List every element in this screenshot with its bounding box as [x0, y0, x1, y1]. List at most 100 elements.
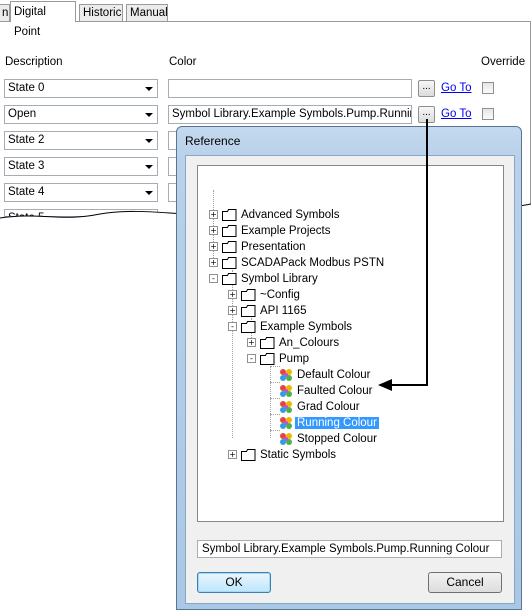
browse-button-0[interactable]: ...: [418, 80, 435, 97]
expand-icon[interactable]: +: [247, 338, 256, 347]
folder-icon: [241, 305, 256, 317]
collapse-icon[interactable]: -: [228, 322, 237, 331]
tree-item-label: Example Projects: [241, 225, 331, 237]
tree-item-presentation[interactable]: Presentation: [239, 239, 308, 255]
tree-item-label: Example Symbols: [260, 321, 353, 333]
folder-icon: [222, 257, 237, 269]
expand-icon[interactable]: +: [209, 258, 218, 267]
tree-item-symbol-library[interactable]: Symbol Library: [239, 271, 320, 287]
tab-digital-point-label: Digital Point: [14, 6, 46, 38]
tab-partial-label: n: [2, 7, 9, 19]
state-select-4-value: State 4: [8, 186, 45, 198]
reference-tree[interactable]: + Advanced Symbols + Example Projects + …: [197, 165, 504, 522]
state-select-2[interactable]: State 2: [4, 131, 158, 150]
tree-item-stopped-colour[interactable]: Stopped Colour: [295, 431, 379, 447]
tree-item-faulted-colour[interactable]: Faulted Colour: [295, 383, 374, 399]
tree-item-label: Stopped Colour: [297, 433, 377, 445]
state-select-0[interactable]: State 0: [4, 79, 158, 98]
tree-item-config[interactable]: ~Config: [258, 287, 302, 303]
chevron-down-icon: [145, 191, 153, 195]
override-checkbox-1[interactable]: [482, 108, 494, 120]
chevron-down-icon: [145, 165, 153, 169]
tree-item-label: ~Config: [260, 289, 300, 301]
expand-icon[interactable]: +: [209, 242, 218, 251]
chevron-down-icon: [145, 139, 153, 143]
description-header: Description: [5, 56, 63, 68]
tree-item-pump[interactable]: Pump: [277, 351, 311, 367]
color-symbol-icon: [280, 433, 292, 445]
tree-item-label: Grad Colour: [297, 401, 360, 413]
chevron-down-icon: [145, 113, 153, 117]
tree-item-label: Default Colour: [297, 369, 371, 381]
expand-icon[interactable]: +: [209, 210, 218, 219]
override-header: Override: [481, 56, 526, 68]
tree-line: [270, 414, 280, 415]
color-header: Color: [169, 56, 197, 68]
folder-icon: [222, 241, 237, 253]
color-symbol-icon: [280, 401, 292, 413]
collapse-icon[interactable]: -: [209, 274, 218, 283]
expand-icon[interactable]: +: [228, 450, 237, 459]
state-select-0-value: State 0: [8, 82, 45, 94]
folder-icon: [241, 449, 256, 461]
tab-manual[interactable]: Manual: [126, 4, 168, 21]
color-field-1[interactable]: Symbol Library.Example Symbols.Pump.Runn…: [168, 105, 412, 124]
tab-digital-point[interactable]: Digital Point: [10, 1, 76, 38]
reference-dialog: Reference + Advanced Symbols + Example P…: [176, 126, 522, 610]
cancel-button[interactable]: Cancel: [428, 572, 502, 593]
tab-divider: [0, 21, 531, 22]
collapse-icon[interactable]: -: [247, 354, 256, 363]
expand-icon[interactable]: +: [228, 290, 237, 299]
tree-item-label: API 1165: [260, 305, 307, 317]
reference-path-field[interactable]: Symbol Library.Example Symbols.Pump.Runn…: [197, 540, 502, 558]
tree-item-an-colours[interactable]: An_Colours: [277, 335, 341, 351]
state-select-1-value: Open: [8, 108, 37, 120]
chevron-down-icon: [145, 87, 153, 91]
tree-item-label: Advanced Symbols: [241, 209, 340, 221]
override-checkbox-0[interactable]: [482, 82, 494, 94]
color-symbol-icon: [280, 417, 292, 429]
folder-icon: [222, 225, 237, 237]
folder-icon: [241, 289, 256, 301]
tree-item-label: An_Colours: [279, 337, 340, 349]
ok-button[interactable]: OK: [197, 572, 271, 593]
tree-item-scadapack-modbus-pstn[interactable]: SCADAPack Modbus PSTN: [239, 255, 386, 271]
tree-item-label: Faulted Colour: [297, 385, 373, 397]
tree-item-label: Running Colour: [295, 417, 379, 429]
state-select-3[interactable]: State 3: [4, 157, 158, 176]
expand-icon[interactable]: +: [209, 226, 218, 235]
color-symbol-icon: [280, 369, 292, 381]
tree-item-grad-colour[interactable]: Grad Colour: [295, 399, 362, 415]
tab-historic[interactable]: Historic: [79, 4, 123, 21]
tree-item-running-colour[interactable]: Running Colour: [295, 415, 379, 431]
tree-item-api-1165[interactable]: API 1165: [258, 303, 308, 319]
goto-link-0[interactable]: Go To: [441, 82, 471, 94]
folder-icon: [222, 273, 237, 285]
dialog-title: Reference: [185, 134, 241, 148]
tree-item-label: Pump: [279, 353, 310, 365]
tree-item-label: Presentation: [241, 241, 306, 253]
color-symbol-icon: [280, 385, 292, 397]
color-field-0[interactable]: [168, 79, 412, 98]
state-select-3-value: State 3: [8, 160, 45, 172]
tree-line: [270, 430, 280, 431]
expand-icon[interactable]: +: [228, 306, 237, 315]
tab-historic-label: Historic: [83, 7, 122, 19]
folder-icon: [241, 321, 256, 333]
tab-partial[interactable]: n: [0, 4, 10, 21]
tree-line: [270, 398, 280, 399]
tree-item-static-symbols[interactable]: Static Symbols: [258, 447, 338, 463]
state-select-1[interactable]: Open: [4, 105, 158, 124]
tree-item-default-colour[interactable]: Default Colour: [295, 367, 373, 383]
browse-button-1[interactable]: ...: [418, 106, 435, 123]
tab-manual-label: Manual: [130, 7, 168, 19]
tree-item-advanced-symbols[interactable]: Advanced Symbols: [239, 207, 341, 223]
dialog-client: + Advanced Symbols + Example Projects + …: [185, 155, 515, 604]
folder-icon: [260, 353, 275, 365]
tree-item-example-symbols[interactable]: Example Symbols: [258, 319, 354, 335]
tree-item-label: Symbol Library: [241, 273, 318, 285]
tab-strip: n Digital Point Historic Manual: [0, 0, 531, 38]
tree-item-example-projects[interactable]: Example Projects: [239, 223, 332, 239]
goto-link-1[interactable]: Go To: [441, 108, 471, 120]
tree-line: [270, 366, 271, 438]
